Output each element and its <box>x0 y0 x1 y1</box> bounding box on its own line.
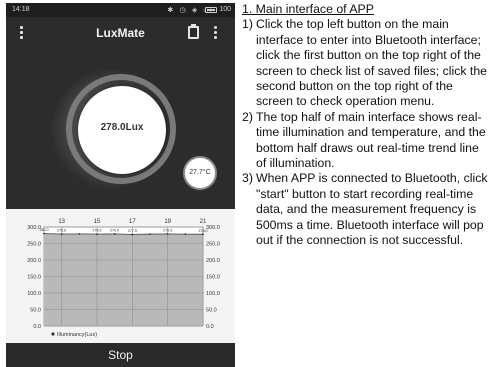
y-tick-label-right: 200.0 <box>206 258 220 264</box>
data-point <box>78 233 81 235</box>
description-panel: 1. Main interface of APP 1) Click the to… <box>242 2 492 249</box>
item-text: When APP is connected to Bluetooth, clic… <box>256 171 488 248</box>
item-text: Click the top left button on the main in… <box>256 17 488 109</box>
trend-chart-svg: 0.0 0.0 50.0 50.0 100.0 100.0 150.0 150.0 200.0 2… <box>27 219 220 338</box>
y-tick-label-right: 100.0 <box>206 291 220 297</box>
series-area <box>44 233 203 326</box>
data-point <box>202 233 204 236</box>
data-label: 278.0 <box>199 229 208 233</box>
x-tick-label: 19 <box>164 219 171 225</box>
illuminance-value: 278.0Lux <box>100 122 144 133</box>
y-tick-label-right: 50.0 <box>206 308 217 314</box>
app-bar: LuxMate <box>6 17 235 49</box>
data-point <box>166 233 169 235</box>
x-tick-label: 21 <box>200 219 207 225</box>
item-text: The top half of main interface shows rea… <box>256 109 486 171</box>
x-tick-label: 13 <box>58 219 65 225</box>
description-item: 1) Click the top left button on the main… <box>242 17 492 109</box>
data-point <box>96 233 98 235</box>
y-tick-label-left: 150.0 <box>27 275 41 281</box>
data-point <box>184 233 187 236</box>
data-point <box>149 233 151 236</box>
description-heading: 1. Main interface of APP <box>242 2 374 16</box>
item-number: 2) <box>242 109 253 124</box>
x-tick-label: 15 <box>94 219 101 225</box>
phone-screen: 14:18 ✱ ◷ ◈ ᵢₗₗ 100 LuxMate 278.0Lux 27.… <box>6 3 235 367</box>
data-label: 277.5 <box>128 229 137 233</box>
y-tick-label-left: 0.0 <box>33 324 41 330</box>
description-item: 3) When APP is connected to Bluetooth, c… <box>242 171 492 248</box>
y-tick-label-right: 0.0 <box>206 324 214 330</box>
y-tick-label-left: 200.0 <box>27 258 41 264</box>
status-time: 14:18 <box>12 6 30 13</box>
data-label: 280.0 <box>40 228 49 232</box>
data-label: 278.3 <box>163 228 172 232</box>
temperature-value: 27.7°C <box>189 169 211 176</box>
item-number: 1) <box>242 17 253 32</box>
data-point <box>131 233 134 236</box>
y-tick-label-left: 250.0 <box>27 242 41 248</box>
bottom-bar: Stop <box>6 343 235 367</box>
saved-files-icon[interactable] <box>188 24 199 39</box>
y-tick-label-left: 100.0 <box>27 291 41 297</box>
data-label: 278.6 <box>57 229 66 233</box>
temperature-badge: 27.7°C <box>183 156 217 190</box>
battery-level: 100 <box>219 6 231 13</box>
description-item: 2) The top half of main interface shows … <box>242 110 492 172</box>
legend-marker <box>51 332 55 336</box>
app-title: LuxMate <box>96 26 145 40</box>
stop-button[interactable]: Stop <box>6 348 235 362</box>
y-tick-label-left: 50.0 <box>30 308 41 314</box>
x-tick-label: 17 <box>129 219 136 225</box>
gauge-center: 278.0Lux <box>78 86 166 174</box>
description-list: 1) Click the top left button on the main… <box>242 17 492 248</box>
more-options-icon[interactable] <box>211 26 219 42</box>
illuminance-gauge: 278.0Lux 27.7°C <box>6 49 235 209</box>
trend-chart: 0.0 0.0 50.0 50.0 100.0 100.0 150.0 150.0 200.0 2… <box>6 209 235 343</box>
data-label: 279.0 <box>110 228 119 232</box>
battery-icon <box>205 7 217 13</box>
data-point <box>60 233 63 235</box>
legend-label: Illuminancy(Lux) <box>57 332 97 338</box>
y-tick-label-right: 300.0 <box>206 225 220 231</box>
item-number: 3) <box>242 171 253 186</box>
data-label: 278.5 <box>93 229 102 233</box>
y-tick-label-right: 150.0 <box>206 275 220 281</box>
y-tick-label-right: 250.0 <box>206 242 220 248</box>
data-point <box>113 233 116 235</box>
data-point <box>43 232 45 235</box>
status-bar: 14:18 ✱ ◷ ◈ ᵢₗₗ 100 <box>6 3 235 17</box>
